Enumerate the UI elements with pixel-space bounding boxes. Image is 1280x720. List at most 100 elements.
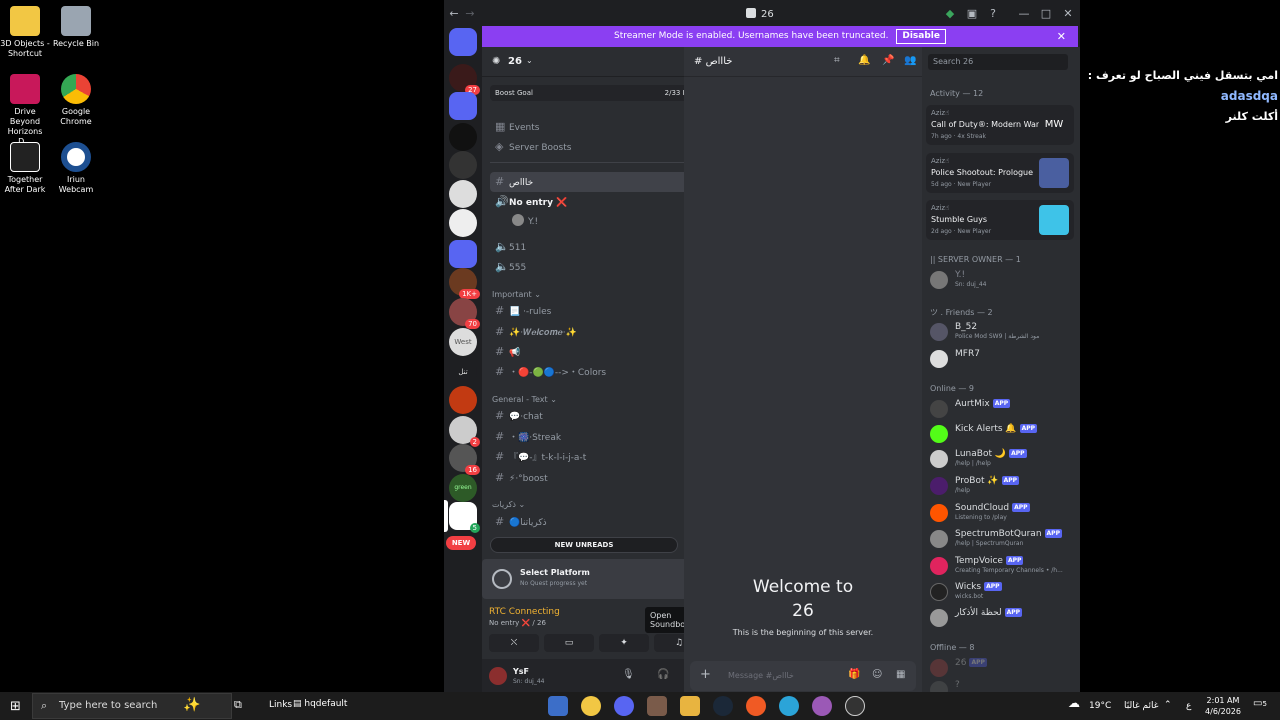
help-icon[interactable]: ? [985,6,1001,22]
microphone-icon[interactable]: 🎙 [622,669,635,680]
minimize-icon[interactable]: — [1016,6,1032,22]
desktop-icon-drive-beyond-horizons[interactable]: Drive Beyond Horizons D... [0,74,50,147]
back-arrow-icon[interactable]: ← [446,6,462,22]
channel-announcements[interactable]: # 📢 [490,342,716,362]
server-icon[interactable] [449,180,477,208]
channel-streak[interactable]: # ・🎆·Streak [490,427,716,447]
quest-panel[interactable]: Select Platform No Quest progress yet [482,559,712,599]
server-boosts-link[interactable]: ◈ Server Boosts [490,137,716,157]
add-attachment-icon[interactable]: + [700,667,711,682]
activity-card[interactable]: Aziz☝ Police Shootout: Prologue 5d ago ·… [926,153,1074,193]
discord-home-icon[interactable] [449,28,477,56]
windows-start-icon[interactable]: ⊞ [10,699,21,714]
task-view-icon[interactable]: ⧉ [234,698,242,712]
server-icon-current[interactable]: 5 [444,500,480,533]
member-item[interactable]: LunaBot 🌙 APP /help | /help [930,448,1078,470]
server-icon-west[interactable]: West [449,328,477,356]
forward-arrow-icon[interactable]: → [462,6,478,22]
channel-colors[interactable]: # ・🔴-🟢🔵-->・Colors [490,362,716,382]
boost-goal[interactable]: Boost Goal 2/33 Boosts [490,85,714,101]
emoji-icon[interactable]: ☺ [872,669,882,680]
member-item[interactable]: Y.! Sn: duj_44 [930,269,1078,291]
member-item[interactable]: TempVoice APP Creating Temporary Channels… [930,555,1078,577]
obs-icon[interactable] [845,696,865,716]
nitro-icon[interactable]: ◆ [942,6,958,22]
bell-icon[interactable]: 🔔 [858,55,870,66]
member-item[interactable]: Kick Alerts 🔔 APP [930,423,1078,445]
app-icon[interactable] [812,696,832,716]
channel-welcome[interactable]: # ✨·𝑾𝒆𝒍𝒄𝒐𝒎𝒆·✨ [490,322,716,342]
channel-voice-511[interactable]: 🔈511 [490,237,716,257]
notification-icon[interactable]: ▭5 [1253,698,1267,709]
server-icon[interactable]: 2 [449,416,480,447]
channel-boost[interactable]: # ⚡·°boost [490,468,716,488]
discord-icon[interactable] [614,696,634,716]
rtc-status[interactable]: RTC Connecting [489,607,560,617]
server-icon[interactable]: 1K+ [449,268,480,299]
folder-icon[interactable] [449,92,477,120]
server-icon[interactable] [449,123,477,151]
new-badge[interactable]: NEW [446,536,476,550]
desktop-icon-together-after-dark[interactable]: Together After Dark [0,142,50,195]
maximize-icon[interactable]: □ [1038,6,1054,22]
member-item[interactable]: AurtMix APP [930,398,1078,420]
links-toolbar[interactable]: Links [269,700,292,710]
server-icon[interactable]: 16 [449,444,480,475]
members-icon[interactable]: 👥 [904,55,916,66]
member-item[interactable]: لحظة الأذكار APP [930,607,1078,629]
activities-button[interactable]: ✦ [599,634,649,652]
edge-icon[interactable] [779,696,799,716]
weather-temp[interactable]: 19°C [1089,701,1111,711]
file-explorer-icon[interactable] [680,696,700,716]
member-item[interactable]: Wicks APP wicks.bot [930,581,1078,603]
message-input[interactable]: + Message #خاااص 🎁 ☺ ▦ [690,661,916,691]
server-icon-green[interactable]: green [449,474,477,502]
member-item[interactable]: SoundCloud APP Listening to /play [930,502,1078,524]
category-general[interactable]: General - Text ⌄ [492,395,557,404]
server-icon[interactable] [449,209,477,237]
clock[interactable]: 2:01 AM 4/6/2026 [1200,695,1246,717]
search-input[interactable]: Search 26 [928,54,1068,70]
headphones-icon[interactable]: 🎧 [657,669,669,680]
steam-icon[interactable] [713,696,733,716]
app-icon[interactable] [647,696,667,716]
member-item[interactable]: SpectrumBotQuran APP /help | SpectrumQura… [930,528,1078,550]
threads-icon[interactable]: ⌗ [834,55,840,66]
voice-user[interactable]: Y.! [490,212,716,232]
server-icon[interactable]: 70 [449,298,480,329]
disable-button[interactable]: Disable [896,29,946,44]
gift-icon[interactable]: 🎁 [848,669,860,680]
channel-text-selected[interactable]: #خاااص⚙ [490,172,716,192]
activity-card[interactable]: Aziz☝ Stumble Guys 2d ago · New Player [926,200,1074,240]
taskbar-search[interactable]: ⌕ Type here to search ✨ [32,693,232,719]
category-important[interactable]: Important ⌄ [492,290,541,299]
close-banner-icon[interactable]: ✕ [1057,26,1066,47]
server-icon[interactable] [449,386,477,414]
category-memories[interactable]: ذكريات ⌄ [492,500,525,509]
activity-card[interactable]: Aziz☝ Call of Duty®: Modern Warf... 7h a… [926,105,1074,145]
channel-chat[interactable]: # 💬·chat [490,406,716,426]
screen-share-button[interactable]: ▭ [544,634,594,652]
chevron-up-icon[interactable]: ⌃ [1164,700,1172,710]
apps-icon[interactable]: ▦ [896,669,905,680]
server-icon[interactable]: 27 [449,64,480,95]
inbox-icon[interactable]: ▣ [964,6,980,22]
desktop-icon-google-chrome[interactable]: Google Chrome [51,74,101,127]
channel-rules[interactable]: # 📃 ·-rules [490,301,716,321]
file-link[interactable]: ▤ hqdefault [293,699,347,709]
camera-button[interactable]: ⛌ [489,634,539,652]
language-indicator[interactable]: ع [1186,701,1191,711]
weather-text[interactable]: غائم غالبًا [1124,701,1158,711]
desktop-icon-3d-objects[interactable]: 3D Objects - Shortcut [0,6,50,59]
app-icon[interactable] [548,696,568,716]
server-icon[interactable] [449,151,477,179]
desktop-icon-recycle-bin[interactable]: Recycle Bin [51,6,101,49]
member-item[interactable]: B_52 Police Mod SW9 | مود الشرطة [930,321,1078,343]
events-link[interactable]: ▦ Events [490,117,716,137]
app-icon[interactable] [581,696,601,716]
avatar[interactable] [489,667,507,685]
desktop-icon-iriun-webcam[interactable]: Iriun Webcam [51,142,101,195]
pin-icon[interactable]: 📌 [882,55,894,66]
member-item[interactable]: MFR7 [930,348,1078,370]
new-unreads-button[interactable]: NEW UNREADS [490,537,678,553]
